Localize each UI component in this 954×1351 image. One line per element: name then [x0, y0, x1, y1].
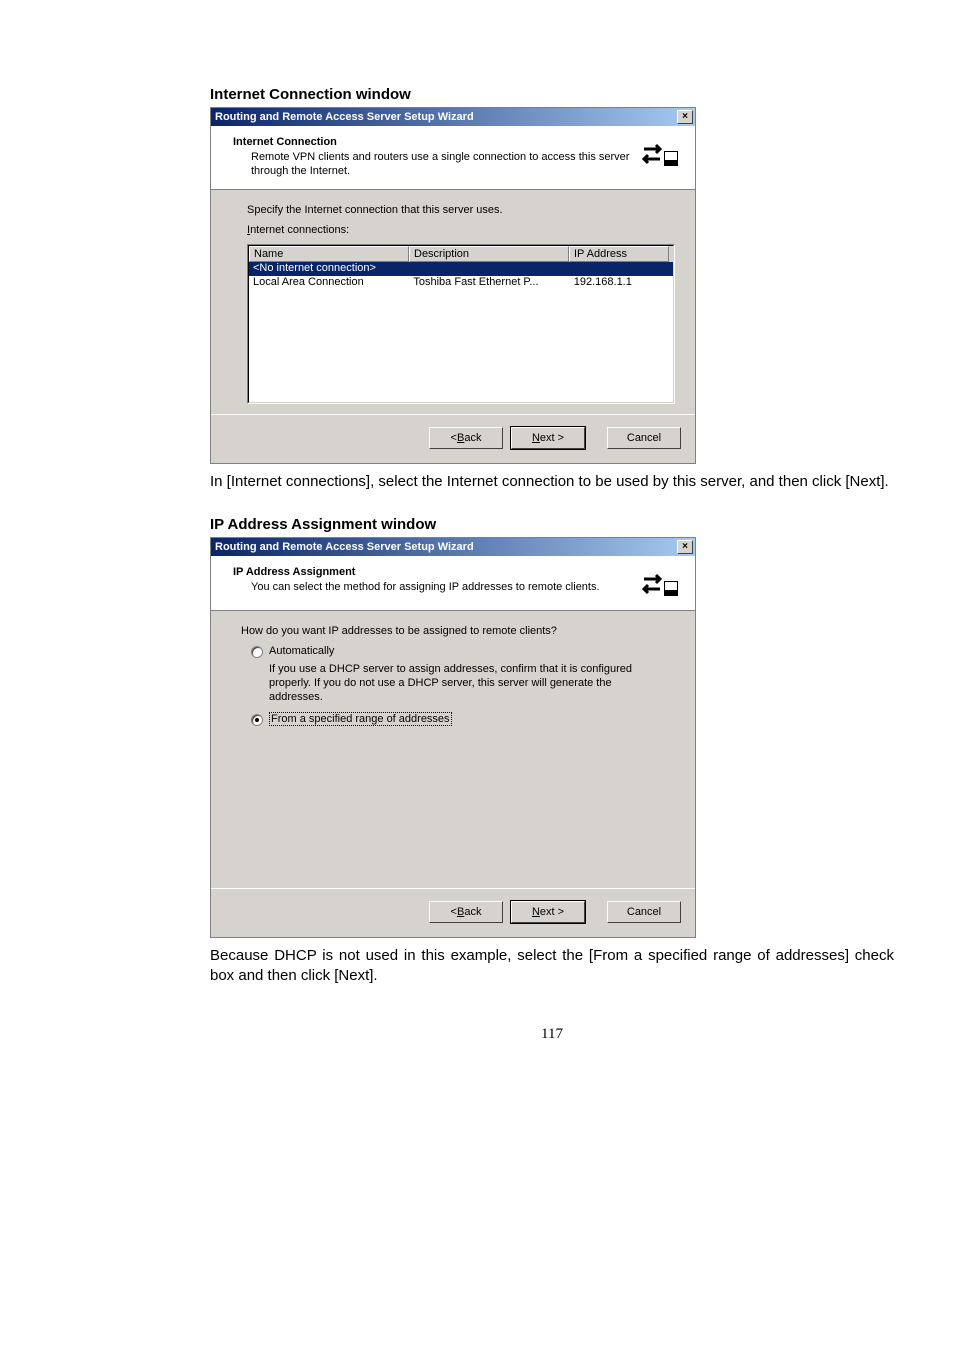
- cell-name: <No internet connection>: [249, 262, 409, 276]
- next-button[interactable]: Next >: [511, 901, 585, 923]
- titlebar: Routing and Remote Access Server Setup W…: [211, 538, 695, 556]
- dialog-body: Specify the Internet connection that thi…: [211, 190, 695, 414]
- radio-automatically[interactable]: Automatically: [251, 645, 665, 658]
- next-button[interactable]: Next >: [511, 427, 585, 449]
- mnemonic: F: [271, 713, 278, 725]
- cell-ip: 192.168.1.1: [570, 276, 673, 290]
- cell-name: Local Area Connection: [249, 276, 409, 290]
- cell-description: Toshiba Fast Ethernet P...: [409, 276, 569, 290]
- dialog-header-text: Internet Connection Remote VPN clients a…: [233, 136, 641, 179]
- radio-label: Automatically: [269, 645, 334, 657]
- radio-specified-range[interactable]: From a specified range of addresses: [251, 713, 665, 726]
- list-item[interactable]: Local Area Connection Toshiba Fast Ether…: [249, 276, 673, 290]
- radio-label: From a specified range of addresses: [269, 713, 452, 725]
- connections-label: Internet connections:: [247, 224, 675, 236]
- connections-listview[interactable]: Name Description IP Address <No internet…: [247, 244, 675, 404]
- radio-icon: [251, 714, 263, 726]
- paragraph-2: Because DHCP is not used in this example…: [210, 946, 894, 987]
- cell-description: [409, 262, 569, 276]
- internet-connection-dialog: Routing and Remote Access Server Setup W…: [210, 107, 696, 464]
- focus-rect: From a specified range of addresses: [269, 712, 452, 726]
- dialog-header-subtitle: You can select the method for assigning …: [233, 578, 641, 594]
- mnemonic: B: [457, 906, 464, 918]
- cancel-button[interactable]: Cancel: [607, 901, 681, 923]
- dialog-title: Routing and Remote Access Server Setup W…: [213, 111, 474, 123]
- document-page: Internet Connection window Routing and R…: [0, 0, 954, 1083]
- cell-ip: [570, 262, 673, 276]
- spacer: [241, 728, 665, 878]
- page-number: 117: [210, 1026, 894, 1043]
- label-rest: rom a specified range of addresses: [278, 713, 450, 725]
- list-item[interactable]: <No internet connection>: [249, 262, 673, 276]
- section2-heading: IP Address Assignment window: [210, 516, 894, 533]
- wizard-icon: [641, 566, 681, 600]
- specify-text: Specify the Internet connection that thi…: [247, 204, 675, 216]
- mnemonic: B: [457, 432, 464, 444]
- ip-assignment-dialog: Routing and Remote Access Server Setup W…: [210, 537, 696, 938]
- col-description[interactable]: Description: [409, 246, 569, 262]
- titlebar: Routing and Remote Access Server Setup W…: [211, 108, 695, 126]
- cancel-button[interactable]: Cancel: [607, 427, 681, 449]
- col-name[interactable]: Name: [249, 246, 409, 262]
- dialog-title: Routing and Remote Access Server Setup W…: [213, 541, 474, 553]
- mnemonic: N: [532, 432, 540, 444]
- section1-heading: Internet Connection window: [210, 86, 894, 103]
- auto-note: If you use a DHCP server to assign addre…: [251, 660, 665, 713]
- col-ip[interactable]: IP Address: [569, 246, 669, 262]
- dialog-header-subtitle: Remote VPN clients and routers use a sin…: [233, 148, 641, 179]
- paragraph-1: In [Internet connections], select the In…: [210, 472, 894, 492]
- radio-icon: [251, 646, 263, 658]
- dialog-body: How do you want IP addresses to be assig…: [211, 611, 695, 888]
- label-rest: nternet connections:: [250, 224, 349, 236]
- dialog-header-text: IP Address Assignment You can select the…: [233, 566, 641, 594]
- btn-rest: ack: [464, 906, 481, 918]
- dialog-header-title: Internet Connection: [233, 136, 641, 148]
- close-button[interactable]: ×: [677, 110, 693, 124]
- listview-inner: Name Description IP Address <No internet…: [248, 245, 674, 403]
- mnemonic: N: [532, 906, 540, 918]
- btn-rest: ext >: [540, 906, 564, 918]
- wizard-icon: [641, 136, 681, 170]
- back-button[interactable]: < Back: [429, 901, 503, 923]
- dialog-header-title: IP Address Assignment: [233, 566, 641, 578]
- close-button[interactable]: ×: [677, 540, 693, 554]
- btn-rest: ack: [464, 432, 481, 444]
- button-row: < Back Next > Cancel: [211, 888, 695, 937]
- button-row: < Back Next > Cancel: [211, 414, 695, 463]
- assignment-question: How do you want IP addresses to be assig…: [241, 625, 665, 637]
- label-rest: utomatically: [276, 645, 334, 657]
- dialog-header: IP Address Assignment You can select the…: [211, 556, 695, 611]
- btn-rest: ext >: [540, 432, 564, 444]
- listview-header: Name Description IP Address: [249, 246, 673, 262]
- dialog-header: Internet Connection Remote VPN clients a…: [211, 126, 695, 190]
- back-button[interactable]: < Back: [429, 427, 503, 449]
